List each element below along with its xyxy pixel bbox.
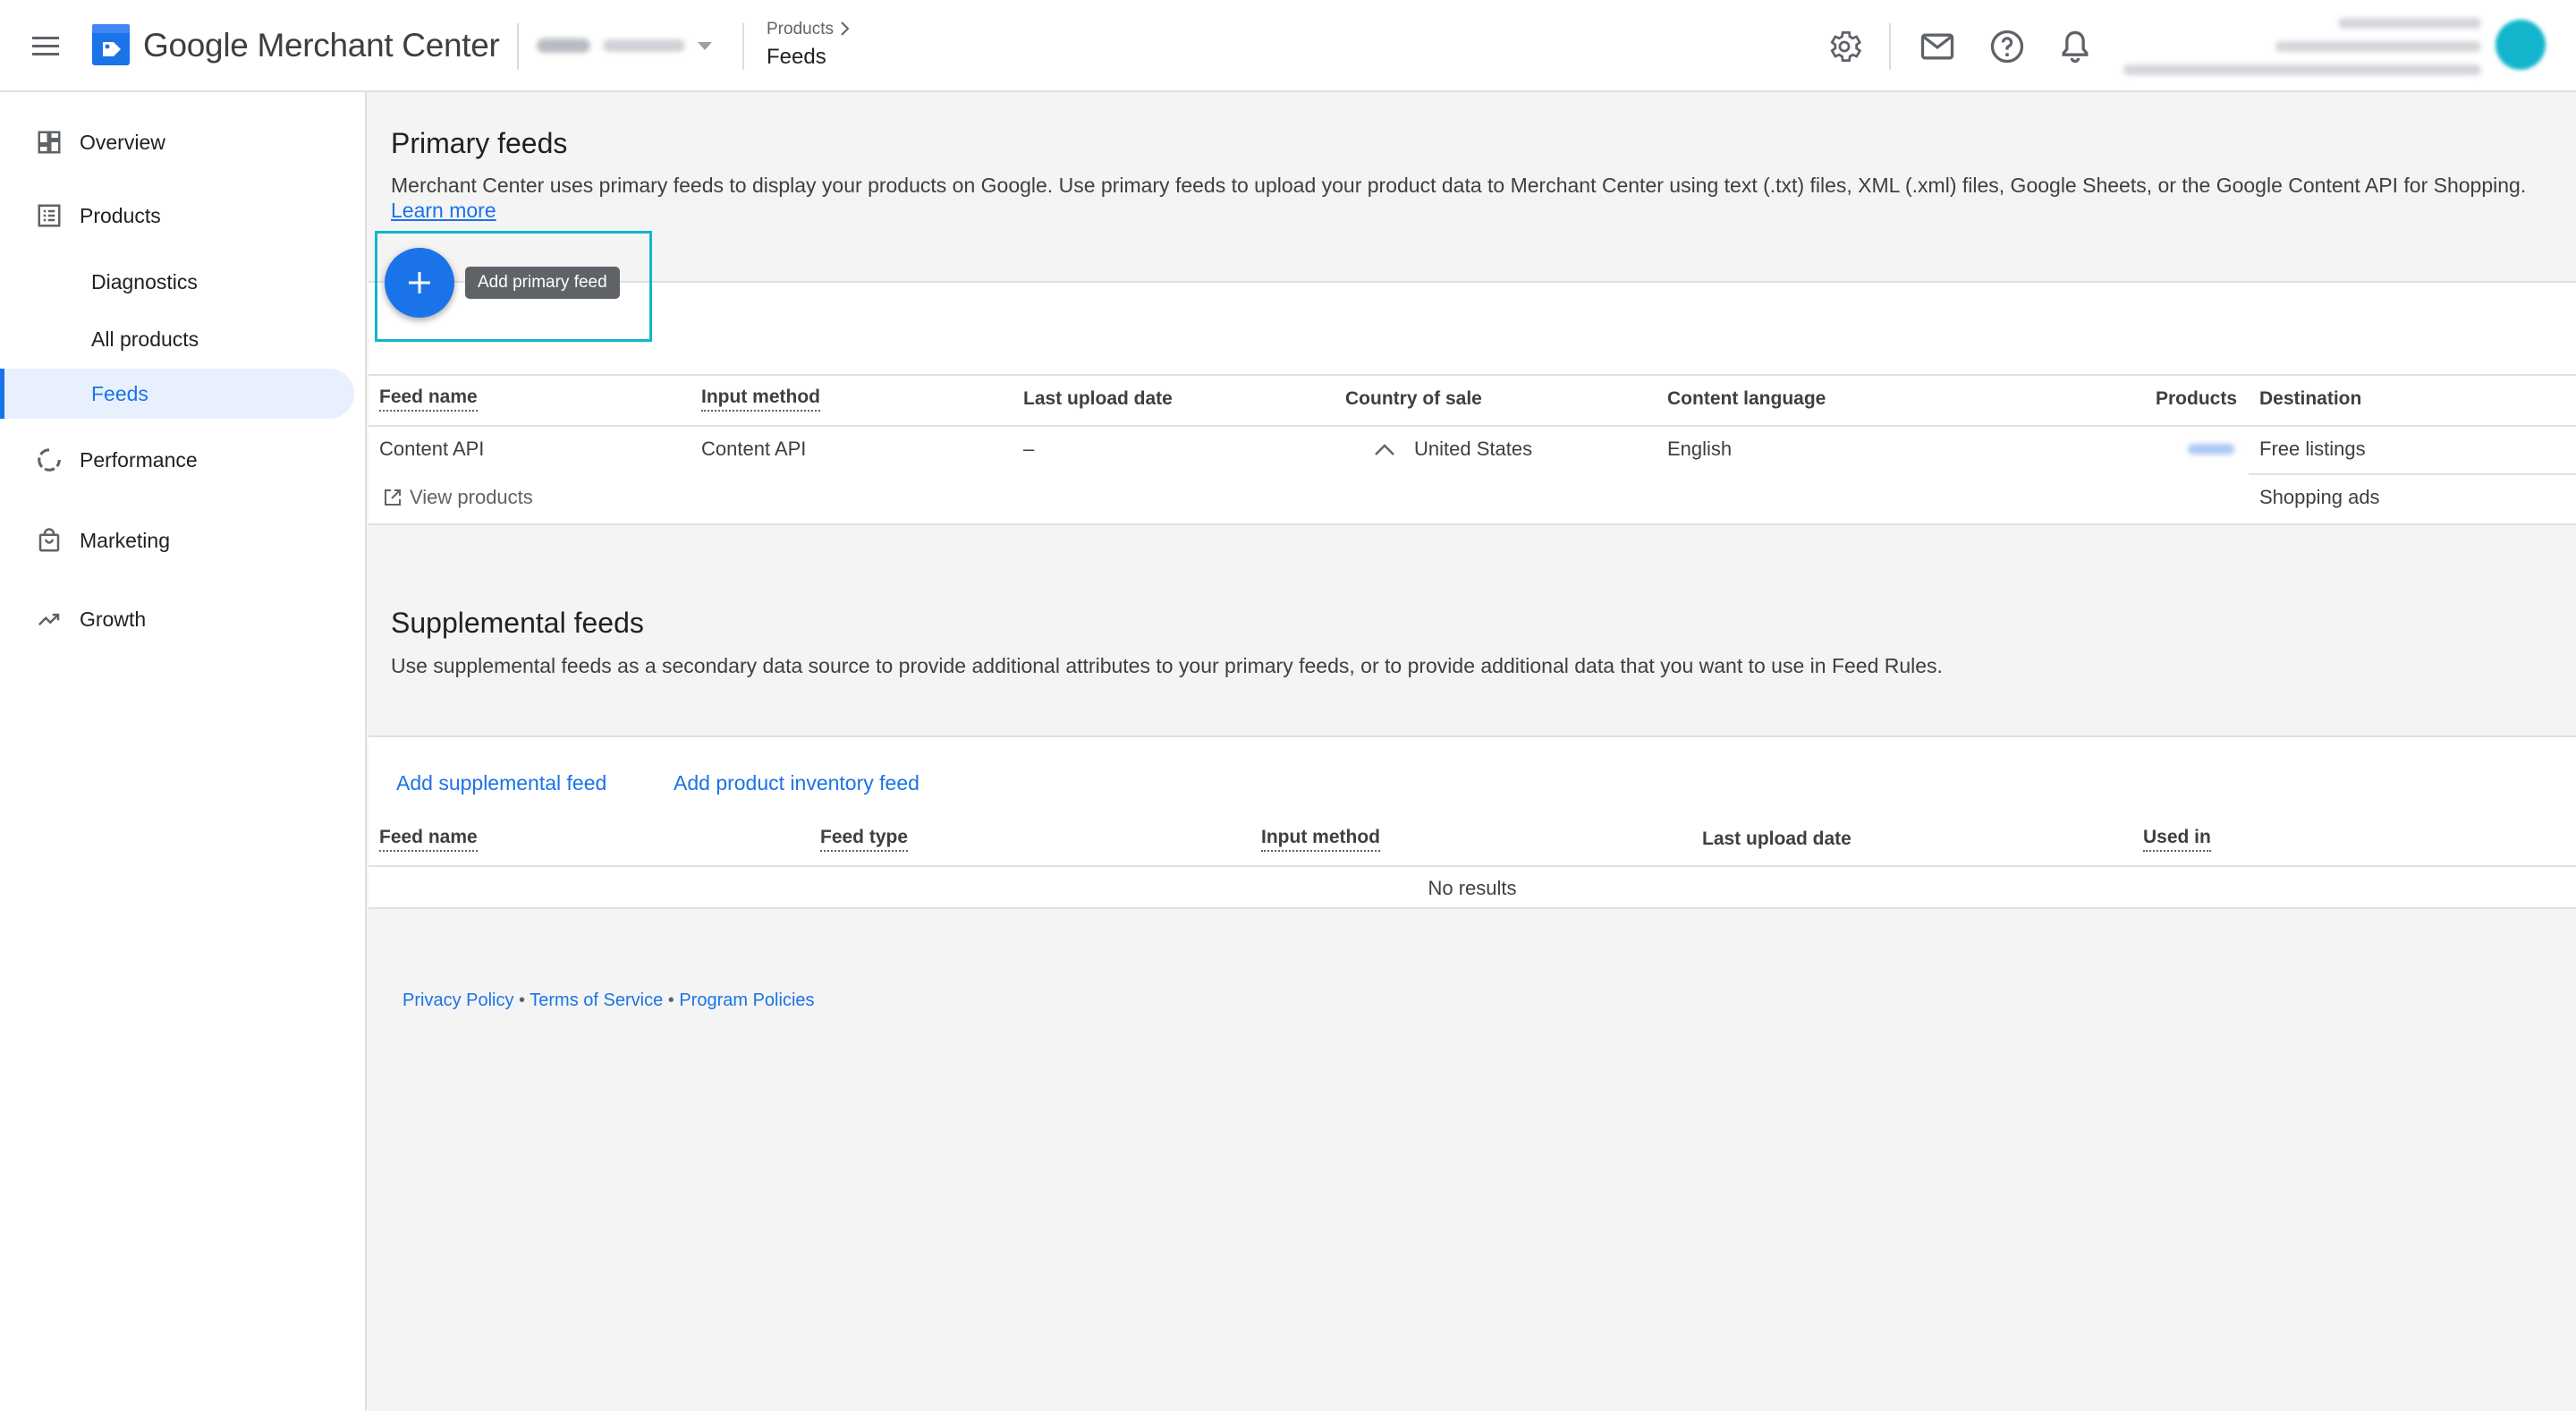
privacy-policy-link[interactable]: Privacy Policy (402, 990, 513, 1010)
avatar[interactable] (2496, 20, 2546, 70)
sidebar-item-label: Marketing (80, 528, 170, 552)
column-header-input-method[interactable]: Input method (1261, 827, 1380, 852)
account-info-redacted (2098, 9, 2481, 82)
sidebar-item-products[interactable]: Products (0, 191, 354, 241)
supplemental-feeds-title: Supplemental feeds (391, 607, 644, 639)
column-header-feed-name[interactable]: Feed name (379, 387, 478, 412)
destination-shopping-ads: Shopping ads (2259, 486, 2380, 508)
sidebar-item-marketing[interactable]: Marketing (0, 515, 354, 565)
sidebar-item-growth[interactable]: Growth (0, 594, 354, 644)
dashboard-icon (38, 131, 61, 154)
supplemental-feeds-description: Use supplemental feeds as a secondary da… (391, 654, 1943, 677)
sidebar-item-all-products[interactable]: All products (0, 314, 354, 364)
dropdown-arrow-icon (698, 41, 712, 50)
add-supplemental-feed-button[interactable]: Add supplemental feed (396, 771, 606, 795)
description-text: Merchant Center uses primary feeds to di… (391, 174, 2527, 197)
help-icon[interactable] (1987, 27, 2027, 66)
add-product-inventory-feed-button[interactable]: Add product inventory feed (674, 771, 919, 795)
input-method-value: Content API (701, 438, 807, 460)
column-header-input-method[interactable]: Input method (701, 387, 820, 412)
top-app-bar: Google Merchant Center Products Feeds (0, 0, 2576, 92)
last-upload-value: – (1023, 438, 1035, 460)
sidebar-item-label: Overview (80, 130, 165, 154)
sidebar-item-label: Products (80, 203, 161, 227)
account-id-redacted (603, 39, 685, 52)
divider (517, 23, 519, 70)
sidebar-item-label: Performance (80, 447, 198, 472)
sidebar-item-label: Diagnostics (91, 269, 198, 293)
learn-more-link[interactable]: Learn more (391, 199, 496, 222)
merchant-center-logo (92, 24, 130, 65)
primary-feeds-description: Merchant Center uses primary feeds to di… (391, 173, 2555, 223)
products-count-redacted[interactable] (2188, 444, 2234, 455)
sidebar-item-label: All products (91, 327, 199, 351)
sidebar-item-diagnostics[interactable]: Diagnostics (0, 257, 354, 307)
sidebar-item-performance[interactable]: Performance (0, 435, 354, 485)
separator: • (519, 990, 526, 1010)
terms-of-service-link[interactable]: Terms of Service (530, 990, 663, 1010)
sidebar: Overview Products Diagnostics All produc… (0, 92, 367, 1411)
column-header-last-upload-date: Last upload date (1702, 829, 1852, 849)
sidebar-item-label: Feeds (91, 381, 148, 405)
column-header-destination: Destination (2259, 388, 2362, 409)
account-name-redacted (537, 38, 590, 53)
divider (2249, 473, 2576, 475)
language-value: English (1667, 438, 1733, 460)
page-title: Feeds (767, 45, 826, 69)
divider (369, 374, 2576, 376)
column-header-content-language: Content language (1667, 388, 1826, 409)
trending-up-icon (38, 613, 60, 626)
feed-name-link[interactable]: Content API (379, 438, 484, 461)
open-in-new-icon[interactable] (382, 487, 403, 508)
view-products-link[interactable]: View products (410, 486, 533, 509)
column-header-used-in[interactable]: Used in (2143, 827, 2211, 852)
app-title: Google Merchant Center (143, 27, 500, 64)
column-header-last-upload-date: Last upload date (1023, 388, 1173, 409)
highlight-box (375, 231, 652, 342)
menu-icon[interactable] (27, 27, 66, 66)
list-icon (38, 204, 61, 227)
destination-free-listings: Free listings (2259, 438, 2366, 460)
divider (369, 425, 2576, 427)
column-header-feed-name[interactable]: Feed name (379, 827, 478, 852)
chevron-up-icon[interactable] (1372, 440, 1397, 458)
mail-icon[interactable] (1918, 27, 1957, 66)
divider (742, 23, 744, 70)
empty-state-text: No results (1428, 877, 1517, 899)
column-header-country-of-sale: Country of sale (1345, 388, 1482, 409)
account-selector[interactable] (537, 30, 712, 61)
program-policies-link[interactable]: Program Policies (679, 990, 814, 1010)
shopping-bag-icon (38, 528, 60, 552)
primary-feeds-title: Primary feeds (391, 127, 568, 159)
donut-icon (38, 448, 61, 472)
column-header-products: Products (2156, 388, 2238, 409)
settings-icon[interactable] (1825, 27, 1864, 66)
divider (369, 865, 2576, 867)
divider (1889, 23, 1891, 70)
column-header-feed-type[interactable]: Feed type (820, 827, 909, 852)
footer-links: Privacy Policy • Terms of Service • Prog… (402, 990, 815, 1011)
sidebar-item-feeds[interactable]: Feeds (0, 369, 354, 419)
country-value: United States (1414, 438, 1533, 460)
separator: • (667, 990, 674, 1010)
breadcrumb-products[interactable]: Products (767, 20, 834, 39)
notifications-icon[interactable] (2055, 27, 2095, 66)
sidebar-item-label: Growth (80, 607, 147, 631)
sidebar-item-overview[interactable]: Overview (0, 117, 354, 167)
chevron-right-icon (841, 21, 850, 36)
